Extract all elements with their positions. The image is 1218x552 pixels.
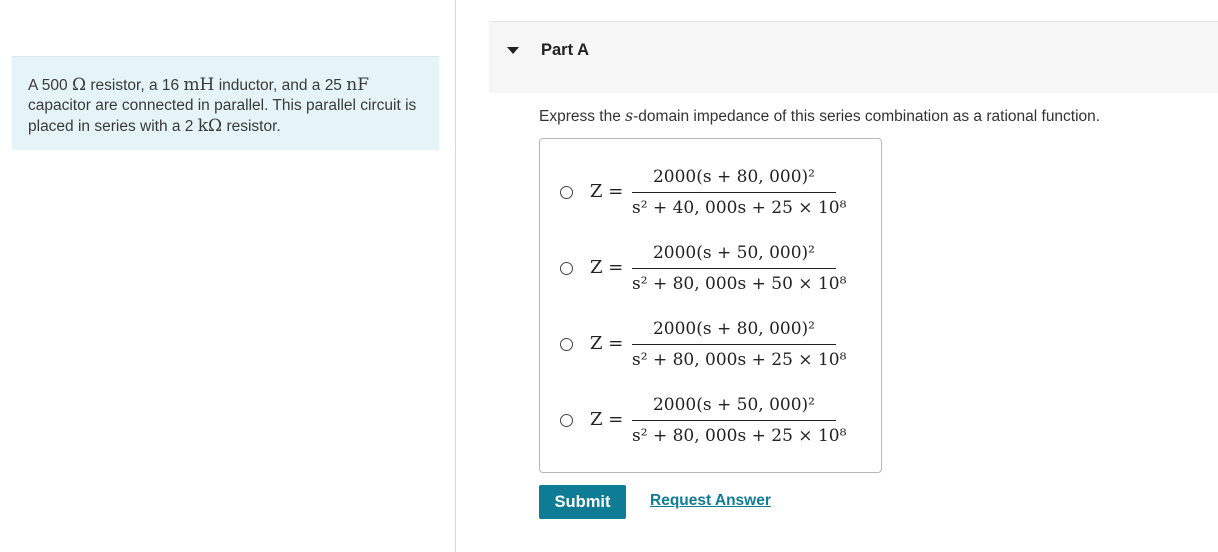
problem-statement: A 500 Ω resistor, a 16 mH inductor, and …	[12, 56, 439, 150]
choice-option[interactable]: Z = 2000(s + 50, 000)² s² + 80, 000s + 5…	[540, 240, 881, 310]
fraction-bar	[632, 420, 836, 421]
ohm-symbol: Ω	[71, 75, 87, 95]
answer-choices: Z = 2000(s + 80, 000)² s² + 40, 000s + 2…	[539, 138, 882, 473]
request-answer-link[interactable]: Request Answer	[650, 492, 771, 510]
fraction-bar	[632, 344, 836, 345]
choice-fraction: 2000(s + 50, 000)² s² + 80, 000s + 25 × …	[632, 392, 847, 449]
nanofarad-unit: nF	[346, 75, 369, 95]
choice-denominator: s² + 80, 000s + 25 × 10⁸	[632, 350, 847, 370]
choice-fraction: 2000(s + 80, 000)² s² + 80, 000s + 25 × …	[632, 316, 847, 373]
collapse-triangle-icon[interactable]	[507, 47, 519, 54]
choice-option[interactable]: Z = 2000(s + 80, 000)² s² + 40, 000s + 2…	[540, 164, 881, 234]
answer-pane: Part A Express the s-domain impedance of…	[489, 0, 1218, 552]
choice-lhs: Z =	[590, 409, 624, 430]
problem-text: resistor, a 16	[86, 77, 184, 94]
choice-fraction: 2000(s + 50, 000)² s² + 80, 000s + 50 × …	[632, 240, 847, 297]
fraction-bar	[632, 268, 836, 269]
choice-denominator: s² + 80, 000s + 25 × 10⁸	[632, 426, 847, 446]
choice-lhs: Z =	[590, 333, 624, 354]
choice-denominator: s² + 80, 000s + 50 × 10⁸	[632, 274, 847, 294]
choice-option[interactable]: Z = 2000(s + 80, 000)² s² + 80, 000s + 2…	[540, 316, 881, 386]
prompt-variable: s	[625, 107, 634, 125]
choice-lhs: Z =	[590, 257, 624, 278]
prompt-text: -domain impedance of this series combina…	[633, 108, 1101, 125]
radio-button[interactable]	[560, 414, 573, 427]
question-prompt: Express the s-domain impedance of this s…	[539, 107, 1100, 126]
problem-text: A 500	[28, 77, 72, 94]
choice-lhs: Z =	[590, 181, 624, 202]
radio-button[interactable]	[560, 186, 573, 199]
choice-numerator: 2000(s + 50, 000)²	[652, 395, 815, 415]
problem-text: resistor.	[222, 118, 281, 135]
part-header[interactable]: Part A	[489, 21, 1218, 93]
choice-fraction: 2000(s + 80, 000)² s² + 40, 000s + 25 × …	[632, 164, 847, 221]
prompt-text: Express the	[539, 108, 626, 125]
submit-button[interactable]: Submit	[539, 485, 626, 519]
problem-text: inductor, and a 25	[214, 77, 347, 94]
millihenry-unit: mH	[183, 75, 215, 95]
problem-pane: A 500 Ω resistor, a 16 mH inductor, and …	[0, 0, 456, 552]
radio-button[interactable]	[560, 262, 573, 275]
fraction-bar	[632, 192, 836, 193]
choice-numerator: 2000(s + 80, 000)²	[652, 319, 815, 339]
kilohm-unit: kΩ	[197, 116, 223, 136]
choice-option[interactable]: Z = 2000(s + 50, 000)² s² + 80, 000s + 2…	[540, 392, 881, 462]
part-title: Part A	[541, 41, 589, 59]
choice-denominator: s² + 40, 000s + 25 × 10⁸	[632, 198, 847, 218]
choice-numerator: 2000(s + 50, 000)²	[652, 243, 815, 263]
choice-numerator: 2000(s + 80, 000)²	[652, 167, 815, 187]
radio-button[interactable]	[560, 338, 573, 351]
